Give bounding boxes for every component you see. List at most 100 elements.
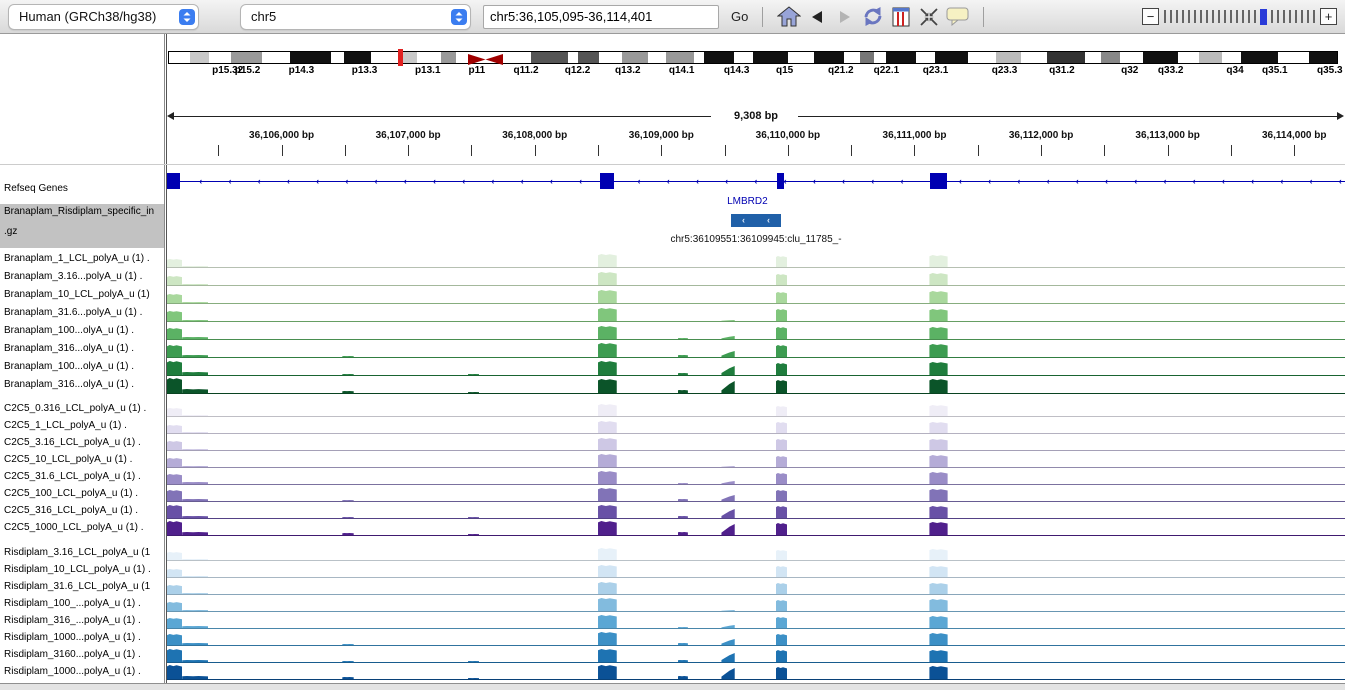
- sidebar-item-track[interactable]: C2C5_316_LCL_polyA_u (1) .: [4, 505, 138, 516]
- coverage-track-row[interactable]: [167, 485, 1345, 502]
- coverage-track-row[interactable]: [167, 663, 1345, 680]
- sidebar-item-track[interactable]: C2C5_1000_LCL_polyA_u (1) .: [4, 522, 144, 533]
- zoom-tick[interactable]: [1313, 10, 1315, 23]
- refresh-button[interactable]: [859, 4, 887, 30]
- zoom-tick[interactable]: [1212, 10, 1214, 23]
- zoom-tick[interactable]: [1289, 10, 1291, 23]
- sidebar-item-track[interactable]: Risdiplam_1000...polyA_u (1) .: [4, 632, 141, 643]
- coverage-peak: [182, 372, 208, 375]
- coverage-track-row[interactable]: [167, 358, 1345, 376]
- sidebar-item-track[interactable]: Branaplam_3.16...polyA_u (1) .: [4, 271, 142, 282]
- coverage-track-row[interactable]: [167, 561, 1345, 578]
- zoom-tick[interactable]: [1271, 10, 1273, 23]
- sidebar-item-track[interactable]: C2C5_10_LCL_polyA_u (1) .: [4, 454, 132, 465]
- zoom-tick[interactable]: [1230, 10, 1232, 23]
- forward-button[interactable]: [831, 4, 859, 30]
- sidebar-item-track[interactable]: Branaplam_100...olyA_u (1) .: [4, 361, 134, 372]
- zoom-level-indicator[interactable]: [1260, 9, 1267, 25]
- coverage-track-row[interactable]: [167, 578, 1345, 595]
- genome-select[interactable]: Human (GRCh38/hg38): [8, 4, 199, 30]
- gene-exon[interactable]: [930, 173, 947, 189]
- sidebar-item-track[interactable]: Branaplam_316...olyA_u (1) .: [4, 379, 134, 390]
- sidebar-item-track[interactable]: Branaplam_1_LCL_polyA_u (1) .: [4, 253, 150, 264]
- coverage-track-row[interactable]: [167, 434, 1345, 451]
- coverage-peak: [598, 565, 617, 577]
- zoom-tick[interactable]: [1236, 10, 1238, 23]
- coverage-track-row[interactable]: [167, 340, 1345, 358]
- zoom-tick[interactable]: [1224, 10, 1226, 23]
- tooltip-button[interactable]: [943, 4, 971, 30]
- zoom-tick[interactable]: [1194, 10, 1196, 23]
- coverage-track-row[interactable]: [167, 376, 1345, 394]
- zoom-tick[interactable]: [1164, 10, 1166, 23]
- zoom-tick[interactable]: [1283, 10, 1285, 23]
- sidebar-item-track[interactable]: Branaplam_316...olyA_u (1) .: [4, 343, 134, 354]
- chromosome-select[interactable]: chr5: [240, 4, 471, 30]
- coverage-track-row[interactable]: [167, 468, 1345, 485]
- zoom-tick[interactable]: [1182, 10, 1184, 23]
- go-button[interactable]: Go: [727, 9, 752, 24]
- coverage-track-row[interactable]: [167, 612, 1345, 629]
- sidebar-item-track[interactable]: C2C5_100_LCL_polyA_u (1) .: [4, 488, 138, 499]
- sidebar-item-track[interactable]: Risdiplam_3160...polyA_u (1) .: [4, 649, 141, 660]
- zoom-tick[interactable]: [1206, 10, 1208, 23]
- coverage-peak: [167, 505, 182, 518]
- coverage-track-row[interactable]: [167, 646, 1345, 663]
- zoom-tick[interactable]: [1242, 10, 1244, 23]
- coverage-track-row[interactable]: [167, 595, 1345, 612]
- sidebar-item-track[interactable]: C2C5_3.16_LCL_polyA_u (1) .: [4, 437, 141, 448]
- coverage-track-row[interactable]: [167, 400, 1345, 417]
- coverage-peak: [929, 650, 947, 662]
- zoom-tick[interactable]: [1188, 10, 1190, 23]
- zoom-tick[interactable]: [1200, 10, 1202, 23]
- zoom-tick[interactable]: [1254, 10, 1256, 23]
- zoom-tick[interactable]: [1218, 10, 1220, 23]
- zoom-ticks[interactable]: [1162, 9, 1317, 25]
- gene-exon[interactable]: [600, 173, 614, 189]
- sidebar-item-track[interactable]: Branaplam_100...olyA_u (1) .: [4, 325, 134, 336]
- sidebar-item-track[interactable]: Risdiplam_1000...polyA_u (1) .: [4, 666, 141, 677]
- locus-input[interactable]: [483, 5, 719, 29]
- coverage-track-row[interactable]: [167, 544, 1345, 561]
- coverage-track-row[interactable]: [167, 322, 1345, 340]
- sidebar-item-track[interactable]: C2C5_0.316_LCL_polyA_u (1) .: [4, 403, 146, 414]
- fit-to-window-button[interactable]: [915, 4, 943, 30]
- zoom-tick[interactable]: [1307, 10, 1309, 23]
- zoom-tick[interactable]: [1295, 10, 1297, 23]
- zoom-tick[interactable]: [1301, 10, 1303, 23]
- gene-exon[interactable]: [167, 173, 180, 189]
- home-button[interactable]: [775, 4, 803, 30]
- sidebar-item-refseq-genes[interactable]: Refseq Genes: [4, 183, 68, 194]
- zoom-in-button[interactable]: +: [1320, 8, 1337, 25]
- coverage-track-row[interactable]: [167, 502, 1345, 519]
- back-button[interactable]: [803, 4, 831, 30]
- coverage-track-row[interactable]: [167, 519, 1345, 536]
- sidebar-item-track[interactable]: C2C5_31.6_LCL_polyA_u (1) .: [4, 471, 141, 482]
- gene-exon[interactable]: [777, 173, 784, 189]
- zoom-tick[interactable]: [1176, 10, 1178, 23]
- coverage-track-row[interactable]: [167, 451, 1345, 468]
- sidebar-item-track[interactable]: C2C5_1_LCL_polyA_u (1) .: [4, 420, 127, 431]
- coverage-track-row[interactable]: [167, 417, 1345, 434]
- sidebar-item-track[interactable]: Branaplam_10_LCL_polyA_u (1): [4, 289, 150, 300]
- region-tool-button[interactable]: [887, 4, 915, 30]
- coverage-track-row[interactable]: [167, 286, 1345, 304]
- sidebar-item-track[interactable]: Branaplam_31.6...polyA_u (1) .: [4, 307, 142, 318]
- chromosome-ideogram[interactable]: [168, 51, 1338, 64]
- sidebar-item-track[interactable]: Risdiplam_10_LCL_polyA_u (1) .: [4, 564, 151, 575]
- zoom-tick[interactable]: [1170, 10, 1172, 23]
- panel-splitter[interactable]: [0, 683, 1345, 690]
- sidebar-item-track[interactable]: Risdiplam_100_...polyA_u (1) .: [4, 598, 141, 609]
- sidebar-item-track[interactable]: Risdiplam_31.6_LCL_polyA_u (1: [4, 581, 150, 592]
- zoom-tick[interactable]: [1277, 10, 1279, 23]
- ruler-tick: [1041, 145, 1042, 156]
- sidebar-item-track[interactable]: Risdiplam_3.16_LCL_polyA_u (1: [4, 547, 150, 558]
- coverage-track-row[interactable]: [167, 629, 1345, 646]
- coverage-track-row[interactable]: [167, 304, 1345, 322]
- zoom-tick[interactable]: [1248, 10, 1250, 23]
- junction-feature-bar[interactable]: ‹‹: [731, 214, 781, 227]
- coverage-track-row[interactable]: [167, 268, 1345, 286]
- zoom-out-button[interactable]: −: [1142, 8, 1159, 25]
- sidebar-item-track[interactable]: Risdiplam_316_...polyA_u (1) .: [4, 615, 141, 626]
- coverage-track-row[interactable]: [167, 250, 1345, 268]
